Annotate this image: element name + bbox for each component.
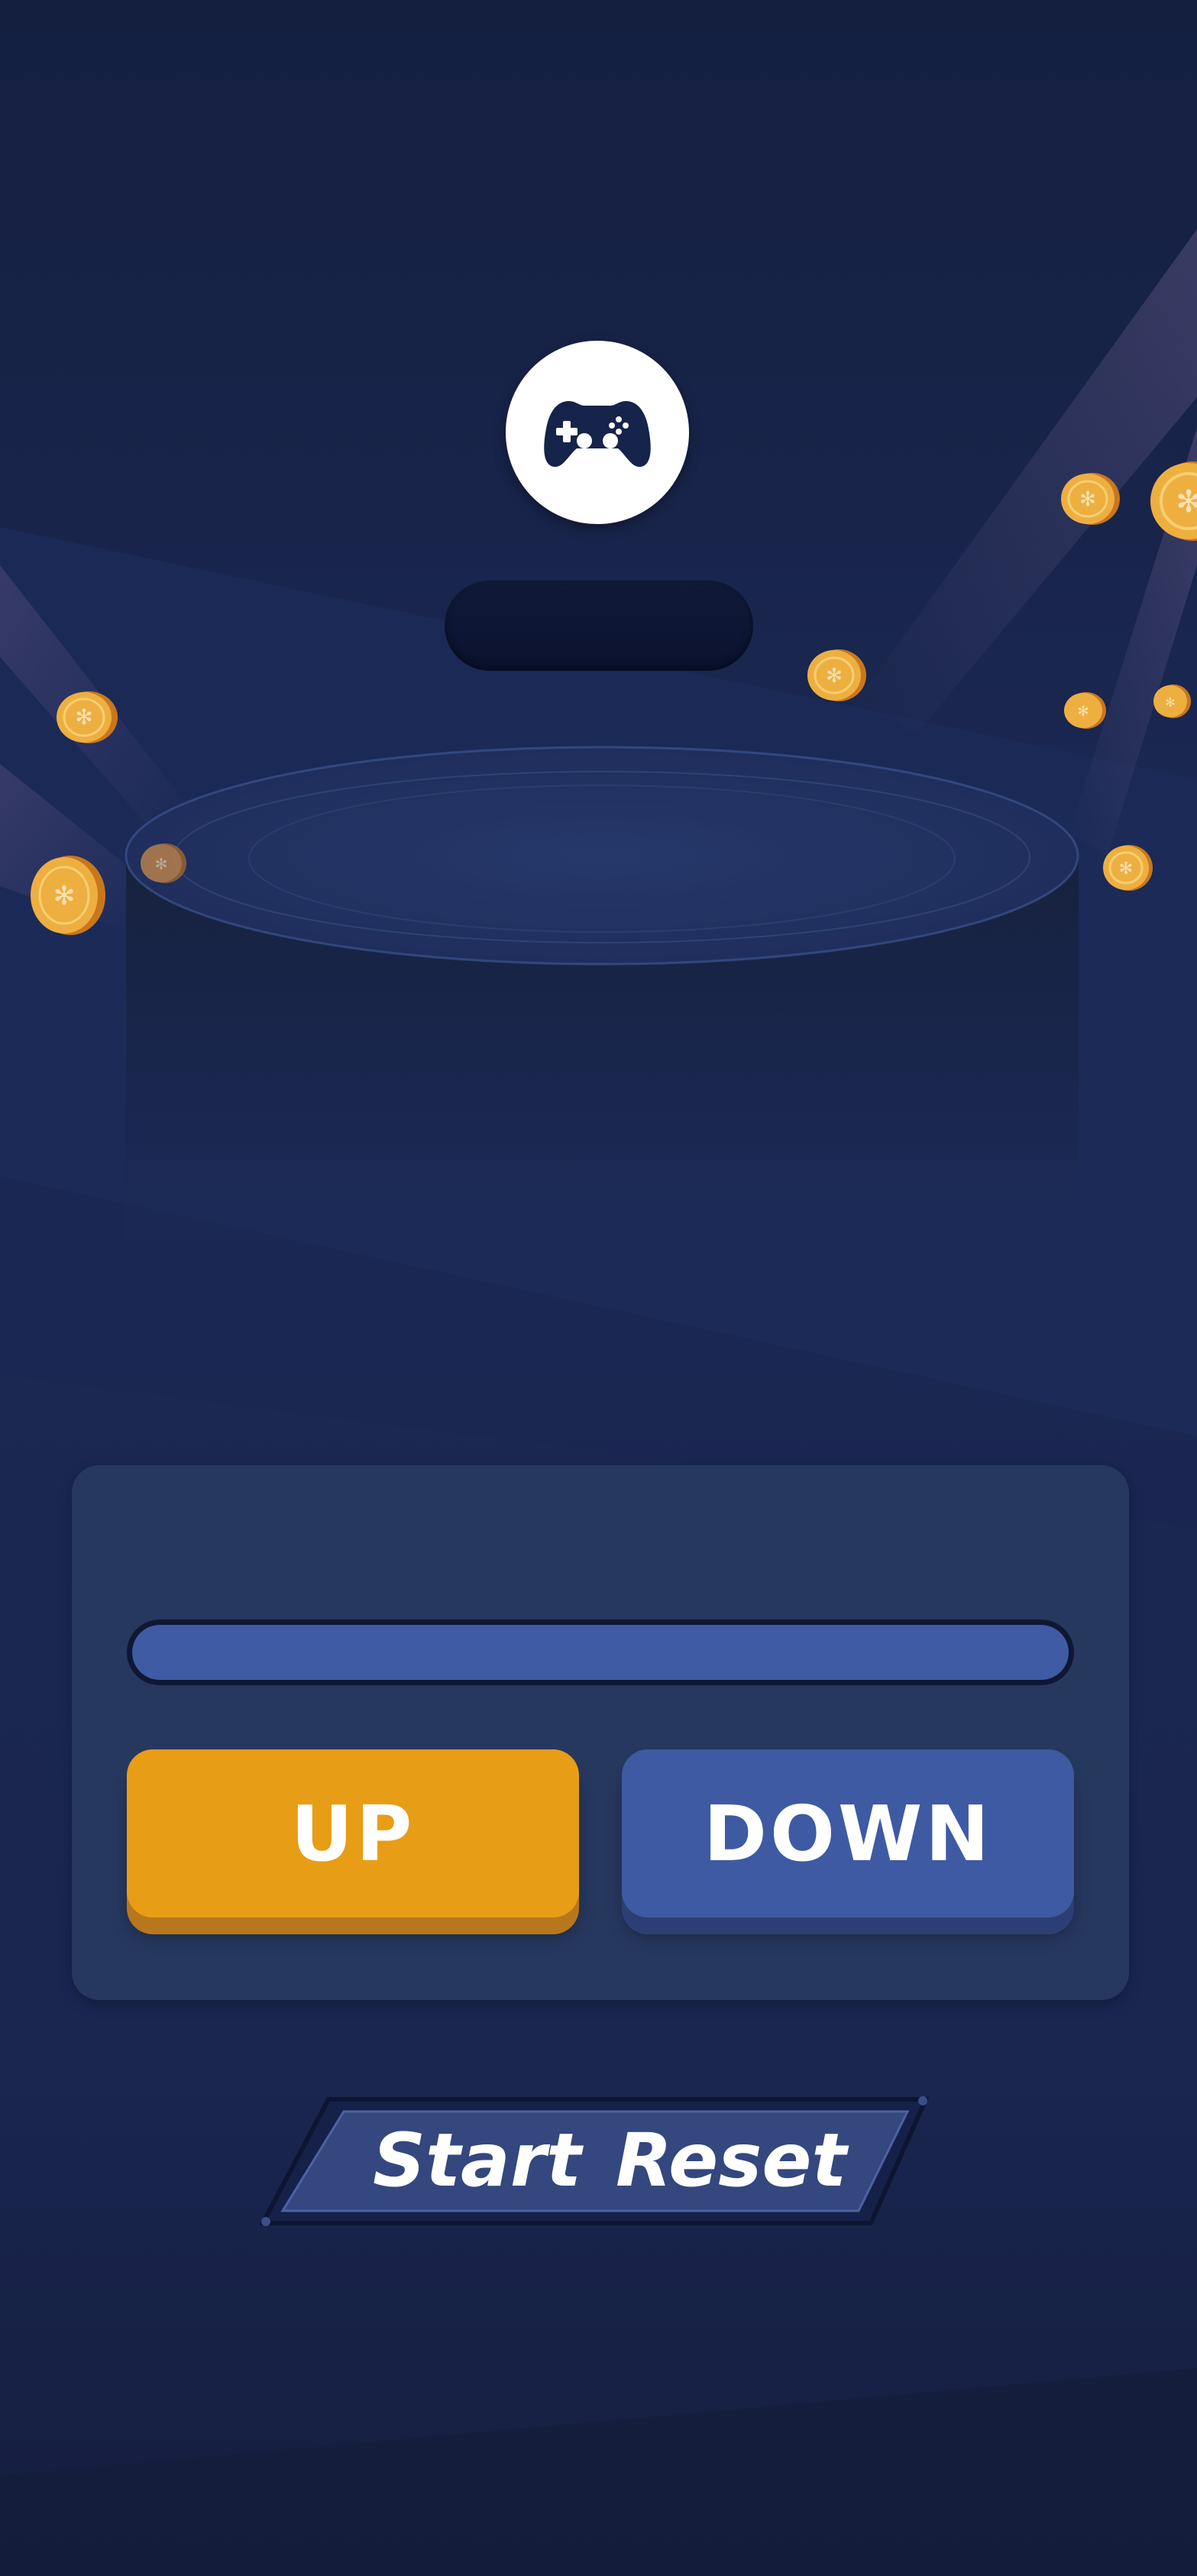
- control-panel: UP DOWN: [72, 1465, 1129, 2000]
- svg-text:✻: ✻: [155, 855, 168, 873]
- svg-text:✻: ✻: [1119, 859, 1133, 879]
- svg-text:✻: ✻: [1079, 488, 1096, 511]
- coin-icon: ✻: [57, 691, 118, 743]
- coin-icon: ✻: [1103, 845, 1153, 891]
- down-button[interactable]: DOWN: [622, 1749, 1074, 1917]
- coin-icon: ✻: [31, 856, 105, 935]
- progress-fill: [132, 1625, 1069, 1680]
- coin-icon: ✻: [1064, 692, 1106, 729]
- svg-text:✻: ✻: [75, 704, 92, 730]
- up-button[interactable]: UP: [127, 1749, 579, 1917]
- svg-text:✻: ✻: [1165, 695, 1175, 710]
- coin-icon: ✻: [1153, 684, 1191, 718]
- coin-icon: ✻: [1150, 461, 1197, 541]
- reset-button[interactable]: Reset: [616, 2115, 846, 2206]
- progress-bar: [127, 1620, 1074, 1685]
- svg-text:✻: ✻: [53, 881, 76, 911]
- coin-icon: ✻: [1061, 473, 1120, 525]
- svg-text:✻: ✻: [1176, 484, 1197, 519]
- start-button[interactable]: Start: [373, 2115, 581, 2206]
- svg-text:✻: ✻: [1077, 704, 1089, 720]
- coin-icon: ✻: [807, 649, 866, 701]
- game-logo: [506, 341, 689, 524]
- svg-text:✻: ✻: [826, 665, 843, 688]
- game-screen: ✻ ✻ ✻ ✻ ✻ ✻ ✻ ✻ ✻ UP DOWN Start Reset: [0, 0, 1197, 2576]
- coin-icon: ✻: [141, 843, 186, 883]
- score-display: [445, 581, 753, 671]
- gamepad-icon: [544, 401, 651, 468]
